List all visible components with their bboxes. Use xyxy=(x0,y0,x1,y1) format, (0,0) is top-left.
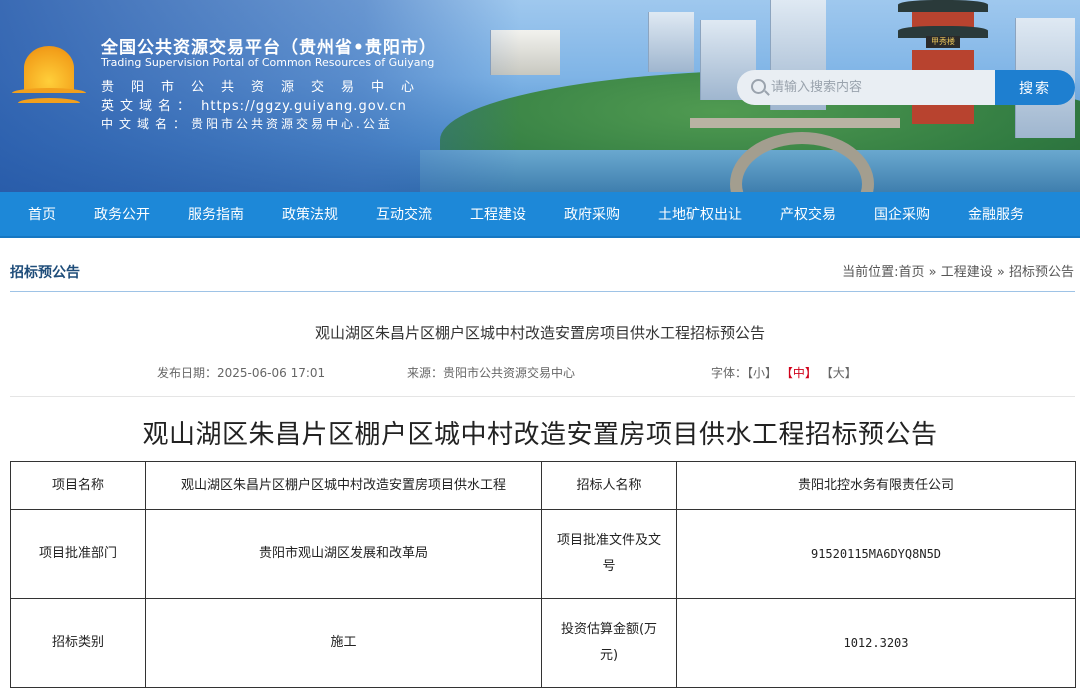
en-domain-label: 英文域名： xyxy=(101,99,197,114)
table-row: 招标类别 施工 投资估算金额(万元) 1012.3203 xyxy=(10,598,1076,688)
nav-item-land-mining[interactable]: 土地矿权出让 xyxy=(658,192,742,238)
banner-building xyxy=(648,12,694,72)
table-value: 贵阳市观山湖区发展和改革局 xyxy=(145,509,542,599)
cn-domain-label: 中文域名： xyxy=(101,117,192,131)
en-domain: https://ggzy.guiyang.gov.cn xyxy=(201,99,407,114)
document-title: 观山湖区朱昌片区棚户区城中村改造安置房项目供水工程招标预公告 xyxy=(142,420,938,450)
search-input[interactable] xyxy=(771,76,989,99)
table-row: 项目批准部门 贵阳市观山湖区发展和改革局 项目批准文件及文号 91520115M… xyxy=(10,509,1076,599)
nav-item-policy[interactable]: 政策法规 xyxy=(282,192,338,238)
site-title: 全国公共资源交易平台（贵州省•贵阳市） xyxy=(101,38,437,58)
banner-bridge xyxy=(690,118,900,192)
table-key: 投资估算金额(万元) xyxy=(541,598,677,688)
font-size-controls: 字体：【小】 【中】 【大】 xyxy=(711,364,857,381)
nav-item-construction[interactable]: 工程建设 xyxy=(470,192,526,238)
publish-date: 发布日期：2025-06-06 17:01 xyxy=(157,364,325,381)
table-key: 项目批准文件及文号 xyxy=(541,509,677,599)
logo-sun-icon xyxy=(24,46,74,90)
en-domain-line: 英文域名： https://ggzy.guiyang.gov.cn xyxy=(101,95,407,114)
table-row: 项目名称 观山湖区朱昌片区棚户区城中村改造安置房项目供水工程 招标人名称 贵阳北… xyxy=(10,461,1076,510)
article-source: 来源：贵阳市公共资源交易中心 xyxy=(407,364,575,381)
main-nav: 首页 政务公开 服务指南 政策法规 互动交流 工程建设 政府采购 土地矿权出让 … xyxy=(0,192,1080,238)
publish-value: 2025-06-06 17:01 xyxy=(217,366,326,380)
center-name: 贵阳市公共资源交易中心 xyxy=(101,80,432,95)
table-value: 1012.3203 xyxy=(676,598,1076,688)
logo-wave-icon xyxy=(12,88,86,98)
publish-label: 发布日期： xyxy=(157,366,218,380)
search-icon xyxy=(751,79,766,94)
table-value: 91520115MA6DYQ8N5D xyxy=(676,509,1076,599)
table-value: 观山湖区朱昌片区棚户区城中村改造安置房项目供水工程 xyxy=(145,461,542,510)
breadcrumb[interactable]: 当前位置:首页 » 工程建设 » 招标预公告 xyxy=(842,261,1074,280)
project-info-table: 项目名称 观山湖区朱昌片区棚户区城中村改造安置房项目供水工程 招标人名称 贵阳北… xyxy=(10,461,1076,688)
meta-divider xyxy=(10,396,1075,397)
table-value: 贵阳北控水务有限责任公司 xyxy=(676,461,1076,510)
search-box xyxy=(737,70,995,105)
logo-wave-icon xyxy=(18,98,80,108)
table-key: 项目批准部门 xyxy=(10,509,146,599)
site-title-en: Trading Supervision Portal of Common Res… xyxy=(101,56,435,69)
pagoda-sign: 甲秀楼 xyxy=(926,36,960,48)
nav-item-home[interactable]: 首页 xyxy=(28,192,56,238)
nav-item-gov-affairs[interactable]: 政务公开 xyxy=(94,192,150,238)
table-value: 施工 xyxy=(145,598,542,688)
nav-item-gov-procurement[interactable]: 政府采购 xyxy=(564,192,620,238)
article-title: 观山湖区朱昌片区棚户区城中村改造安置房项目供水工程招标预公告 xyxy=(314,324,765,342)
section-title: 招标预公告 xyxy=(10,265,80,281)
nav-item-finance[interactable]: 金融服务 xyxy=(968,192,1024,238)
nav-item-interaction[interactable]: 互动交流 xyxy=(376,192,432,238)
search-button[interactable]: 搜索 xyxy=(995,70,1075,105)
font-label: 字体： xyxy=(711,366,748,380)
table-key: 项目名称 xyxy=(10,461,146,510)
font-large-button[interactable]: 【大】 xyxy=(821,366,857,380)
site-logo[interactable] xyxy=(12,44,86,114)
font-small-button[interactable]: 【小】 xyxy=(747,366,777,380)
nav-item-property[interactable]: 产权交易 xyxy=(780,192,836,238)
section-divider xyxy=(10,291,1075,292)
nav-item-soe-procurement[interactable]: 国企采购 xyxy=(874,192,930,238)
cn-domain-line: 中文域名：贵阳市公共资源交易中心.公益 xyxy=(101,115,393,132)
cn-domain: 贵阳市公共资源交易中心.公益 xyxy=(191,117,393,131)
table-key: 招标类别 xyxy=(10,598,146,688)
font-medium-button[interactable]: 【中】 xyxy=(781,366,817,380)
table-key: 招标人名称 xyxy=(541,461,677,510)
nav-item-service-guide[interactable]: 服务指南 xyxy=(188,192,244,238)
source-label: 来源： xyxy=(407,366,444,380)
source-value: 贵阳市公共资源交易中心 xyxy=(443,366,576,380)
